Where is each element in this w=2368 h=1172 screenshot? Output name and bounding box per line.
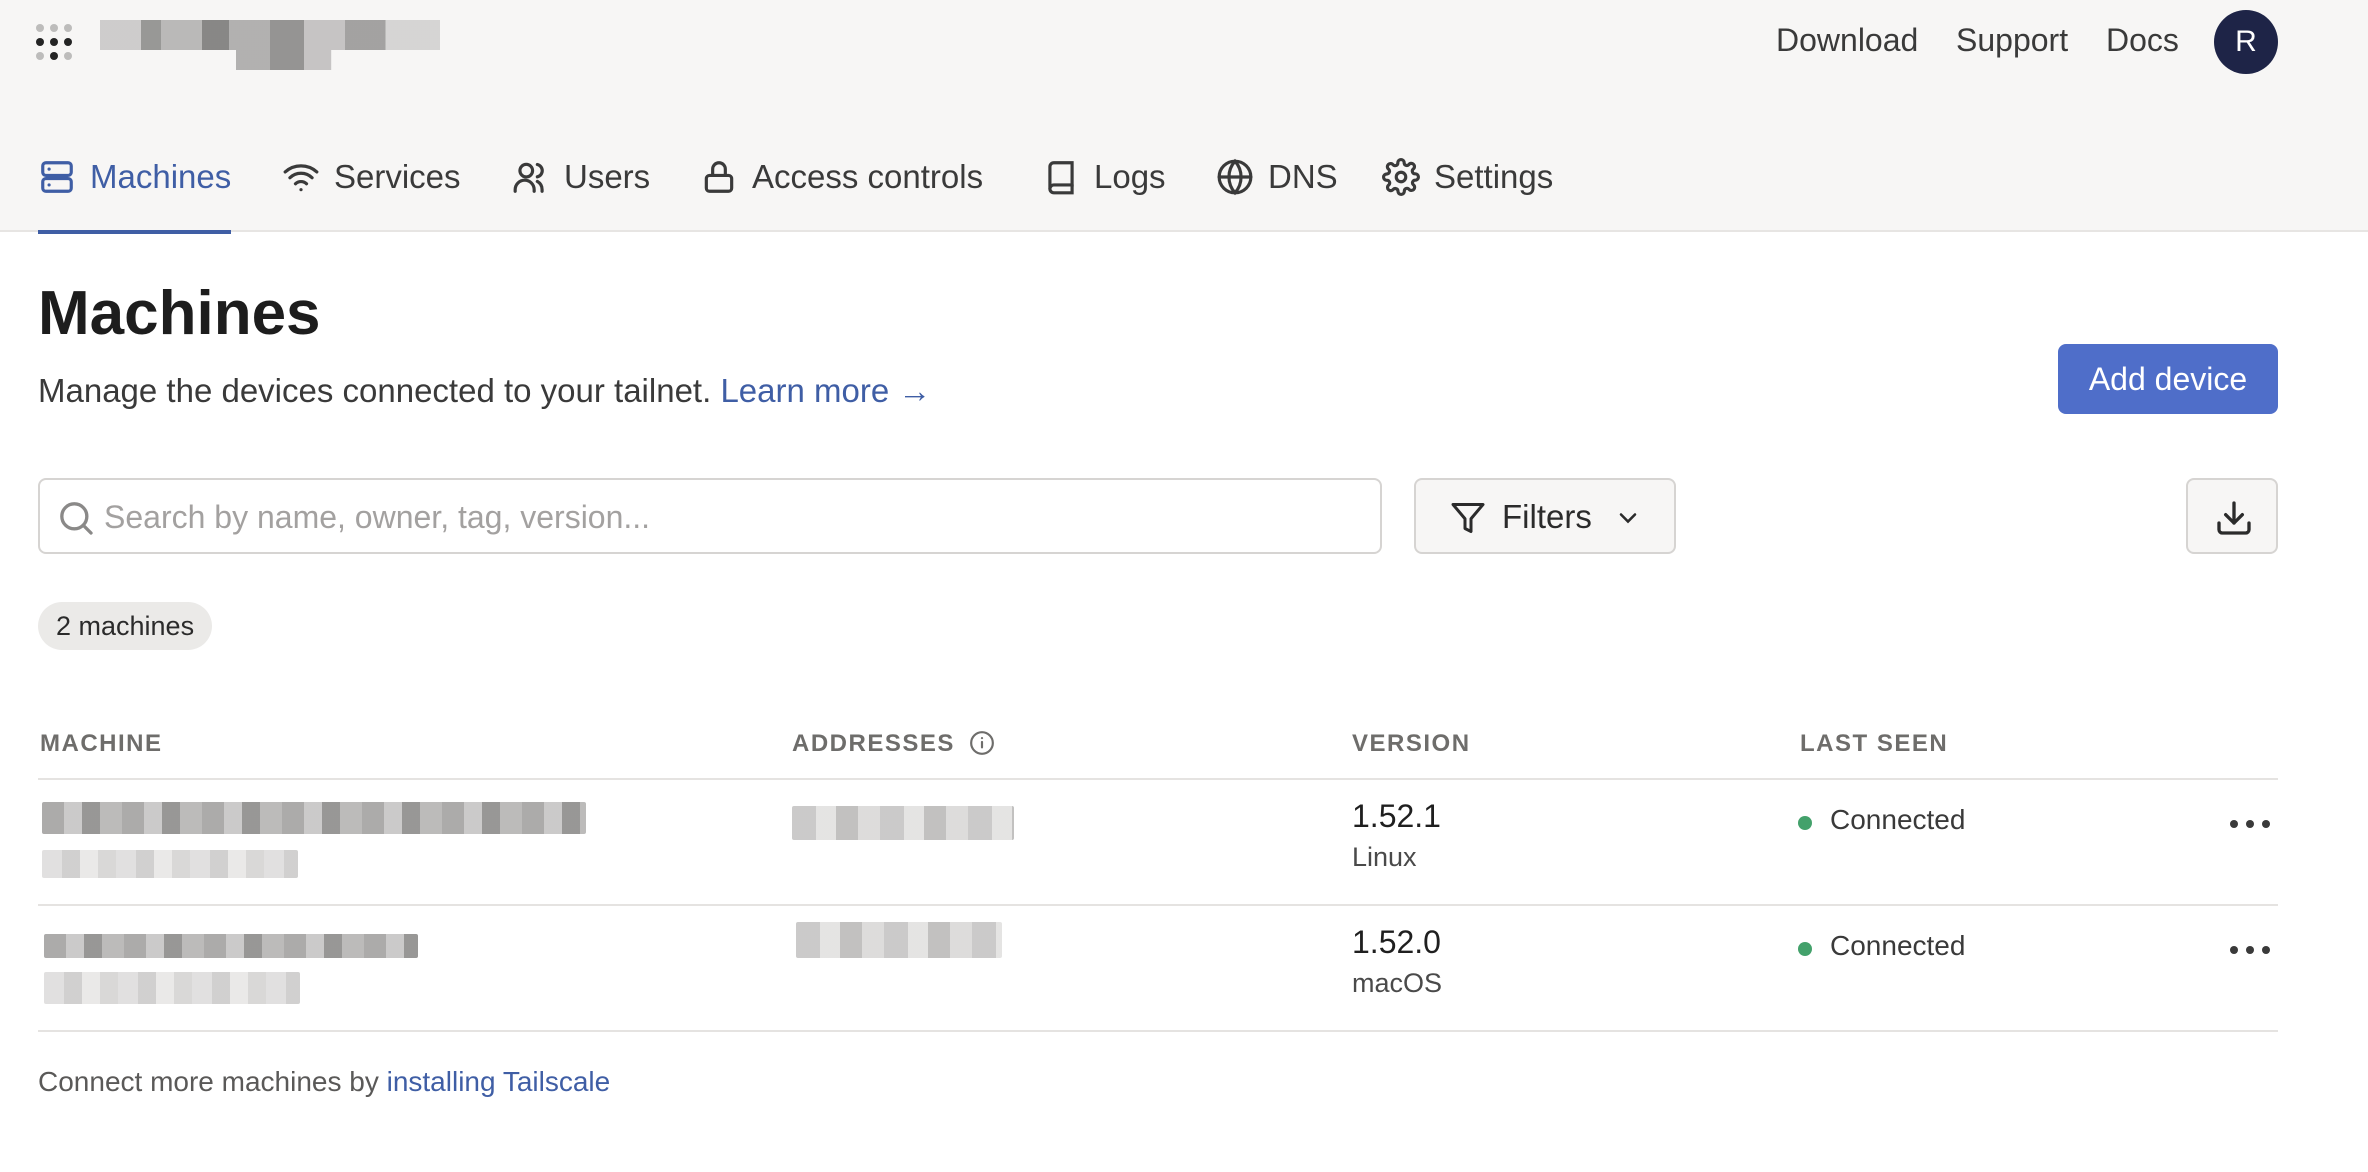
connected-status-dot	[1798, 942, 1812, 956]
tab-label: Services	[334, 158, 461, 195]
chevron-down-icon	[1619, 513, 1637, 524]
tab-logs[interactable]: Logs	[1042, 140, 1166, 232]
machine-name-redacted[interactable]	[44, 934, 418, 958]
filter-icon	[1451, 503, 1485, 533]
footer-note: Connect more machines by installing Tail…	[38, 1066, 610, 1098]
search-box	[38, 478, 1382, 554]
last-seen-status: Connected	[1830, 804, 1966, 835]
tab-users[interactable]: Users	[512, 140, 650, 232]
filters-label: Filters	[1502, 498, 1592, 535]
top-bar: Download Support Docs R Machines Service…	[0, 0, 2368, 234]
machine-version: 1.52.0	[1352, 924, 1441, 960]
download-link[interactable]: Download	[1776, 22, 1918, 59]
column-header-version[interactable]: VERSION	[1352, 730, 1471, 758]
last-seen-status: Connected	[1830, 930, 1966, 961]
gear-icon	[1382, 158, 1420, 196]
book-icon	[1048, 161, 1074, 195]
column-header-machine[interactable]: MACHINE	[40, 730, 163, 758]
footer-note-text: Connect more machines by	[38, 1066, 379, 1097]
tailnet-name-redacted	[100, 20, 440, 70]
tab-machines[interactable]: Machines	[38, 140, 232, 234]
export-button[interactable]	[2186, 478, 2278, 554]
machine-count-badge: 2 machines	[38, 602, 213, 650]
machine-version: 1.52.1	[1352, 798, 1441, 834]
more-options-icon[interactable]	[2222, 804, 2278, 844]
docs-link[interactable]: Docs	[2106, 22, 2179, 59]
learn-more-link[interactable]: Learn more →	[720, 372, 931, 409]
support-link[interactable]: Support	[1956, 22, 2068, 59]
tab-label: DNS	[1268, 158, 1338, 195]
page-title: Machines	[38, 279, 321, 348]
machine-address-redacted[interactable]	[792, 806, 1014, 840]
tab-settings[interactable]: Settings	[1382, 140, 1553, 232]
tailscale-logo-icon[interactable]	[36, 24, 76, 64]
download-icon	[2217, 501, 2251, 535]
info-icon[interactable]	[969, 730, 995, 756]
column-header-last-seen[interactable]: LAST SEEN	[1800, 730, 1948, 758]
lock-icon	[704, 161, 734, 193]
machine-address-redacted[interactable]	[796, 922, 1002, 958]
more-options-icon[interactable]	[2222, 930, 2278, 970]
machine-owner-redacted	[42, 850, 298, 878]
users-icon	[513, 162, 544, 193]
add-device-button[interactable]: Add device	[2058, 344, 2278, 414]
tab-label: Access controls	[752, 158, 984, 195]
page-description: Manage the devices connected to your tai…	[38, 372, 931, 410]
avatar[interactable]: R	[2214, 10, 2278, 74]
tab-label: Users	[564, 158, 651, 195]
table-row[interactable]: 1.52.0 macOS Connected	[38, 906, 2278, 1030]
table-divider	[38, 1030, 2278, 1032]
tab-dns[interactable]: DNS	[1216, 140, 1338, 232]
search-icon	[60, 502, 93, 535]
tab-services[interactable]: Services	[282, 140, 461, 232]
column-header-addresses-label: ADDRESSES	[792, 730, 955, 757]
tab-label: Machines	[90, 158, 232, 195]
search-input[interactable]	[104, 490, 1364, 544]
connected-status-dot	[1798, 816, 1812, 830]
tab-label: Settings	[1434, 158, 1554, 195]
install-tailscale-link[interactable]: installing Tailscale	[387, 1066, 611, 1097]
wifi-icon	[283, 164, 319, 192]
table-row[interactable]: 1.52.1 Linux Connected	[38, 780, 2278, 904]
machine-os: macOS	[1352, 968, 1443, 998]
machine-os: Linux	[1352, 842, 1417, 872]
machine-name-redacted[interactable]	[42, 802, 586, 834]
tab-access-controls[interactable]: Access controls	[700, 140, 983, 232]
server-icon	[41, 161, 73, 193]
main-nav-tabs: Machines Services Users Access controls …	[0, 140, 2368, 234]
globe-icon	[1217, 158, 1253, 196]
page-description-text: Manage the devices connected to your tai…	[38, 372, 712, 409]
tab-label: Logs	[1094, 158, 1166, 195]
machine-owner-redacted	[44, 972, 300, 1004]
column-header-addresses[interactable]: ADDRESSES	[792, 730, 995, 758]
filters-button[interactable]: Filters	[1414, 478, 1676, 554]
